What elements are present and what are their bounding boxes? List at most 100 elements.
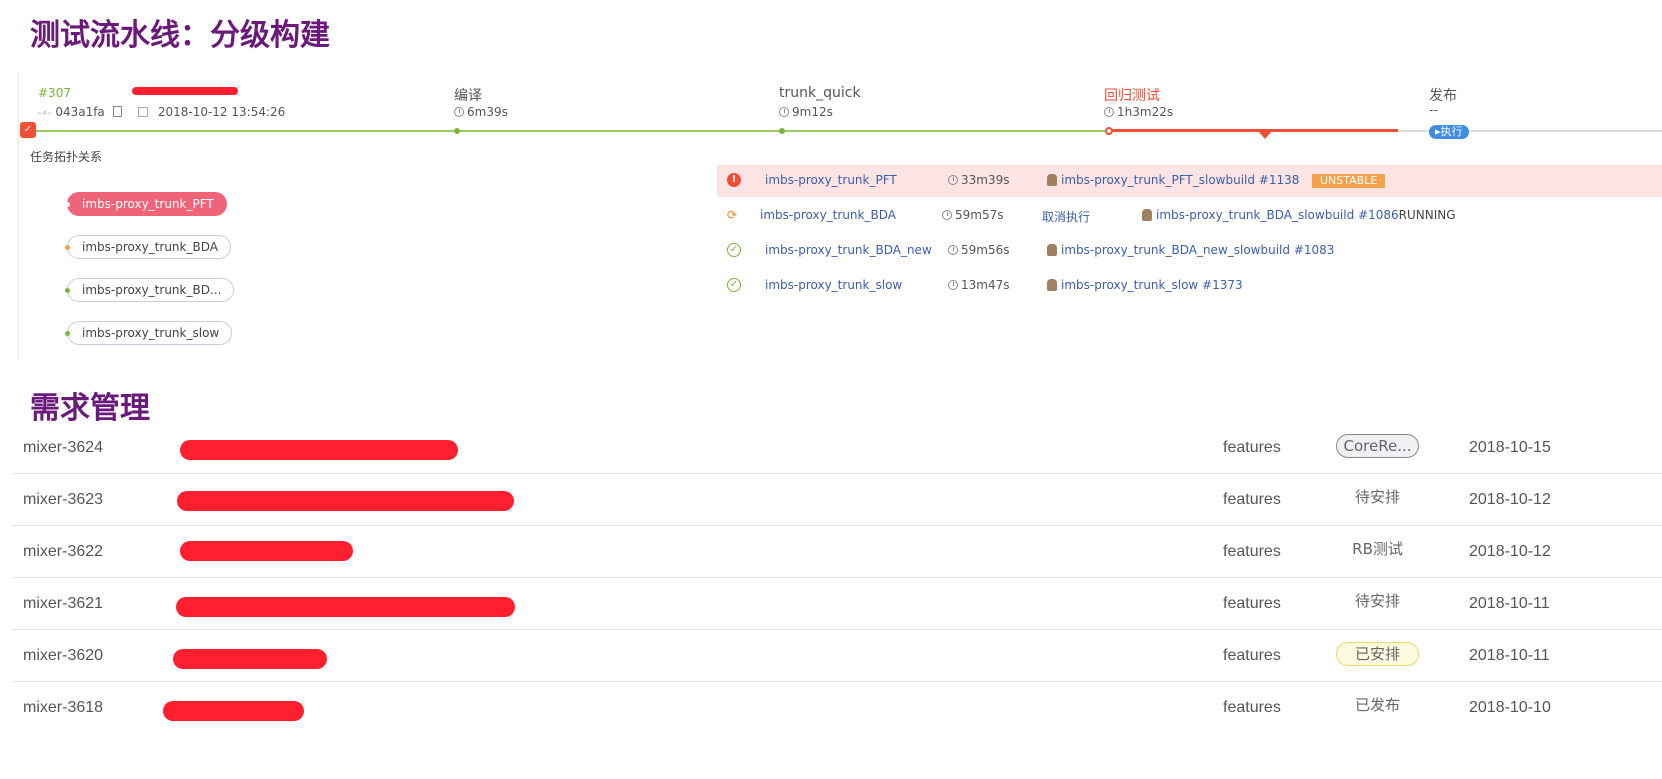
redacted-title	[163, 701, 304, 721]
stage-trunk-quick-time-text: 9m12s	[792, 105, 833, 119]
table-row[interactable]: mixer-3620 features 已安排 2018-10-11	[12, 630, 1662, 682]
user-icon	[1047, 279, 1057, 291]
execute-button-label: 执行	[1440, 125, 1463, 138]
node-dot	[65, 245, 70, 250]
status-badge: 待安排	[1354, 488, 1400, 506]
commit-icon: -∘-	[38, 108, 52, 119]
stage-trunk-quick-time: 9m12s	[779, 105, 833, 119]
clock-icon	[779, 107, 789, 117]
clock-icon	[948, 175, 958, 185]
pipeline-start-icon: ✓	[20, 122, 36, 138]
requirement-type: features	[1223, 595, 1281, 612]
user-icon	[1142, 209, 1152, 221]
cancel-execution-link[interactable]: 取消执行	[1042, 208, 1090, 225]
status-badge: RB测试	[1352, 540, 1403, 558]
table-row[interactable]: mixer-3624 features CoreRe... 2018-10-15	[12, 422, 1662, 474]
requirement-date: 2018-10-12	[1469, 543, 1551, 560]
stage-dot-trunk-quick	[779, 128, 785, 134]
requirement-date: 2018-10-11	[1469, 595, 1550, 612]
job-build-link[interactable]: imbs-proxy_trunk_PFT_slowbuild #1138	[1047, 173, 1299, 187]
job-build-link[interactable]: imbs-proxy_trunk_slow #1373	[1047, 278, 1243, 292]
stage-dot-compile	[454, 128, 460, 134]
redacted-title	[180, 440, 458, 460]
job-build-text: imbs-proxy_trunk_PFT_slowbuild #1138	[1061, 173, 1300, 187]
clock-icon	[942, 210, 952, 220]
redacted-title	[177, 491, 514, 511]
topology-node-slow[interactable]: imbs-proxy_trunk_slow	[65, 321, 233, 345]
copy-icon[interactable]	[112, 106, 122, 117]
stage-regression-time-text: 1h3m22s	[1117, 105, 1174, 119]
requirement-id[interactable]: mixer-3622	[23, 543, 103, 561]
redacted-title	[173, 649, 327, 669]
stage-regression-name[interactable]: 回归测试	[1104, 85, 1160, 105]
job-duration-text: 13m47s	[961, 278, 1010, 292]
job-name-link[interactable]: imbs-proxy_trunk_PFT	[765, 173, 897, 187]
job-build-link[interactable]: imbs-proxy_trunk_BDA_slowbuild #1086RUNN…	[1142, 208, 1456, 222]
panel-left-border	[18, 72, 19, 360]
job-row[interactable]: ✓ imbs-proxy_trunk_slow 13m47s imbs-prox…	[717, 270, 1662, 302]
job-name-link[interactable]: imbs-proxy_trunk_BDA	[760, 208, 896, 222]
build-datetime: 2018-10-12 13:54:26	[138, 105, 285, 119]
execute-button[interactable]: ▸执行	[1429, 125, 1469, 139]
job-build-link[interactable]: imbs-proxy_trunk_BDA_new_slowbuild #1083	[1047, 243, 1334, 257]
requirement-type: features	[1223, 699, 1281, 716]
requirement-type: features	[1223, 647, 1281, 664]
stage-trunk-quick-name[interactable]: trunk_quick	[779, 85, 861, 101]
table-row[interactable]: mixer-3622 features RB测试 2018-10-12	[12, 526, 1662, 578]
table-row[interactable]: mixer-3623 features 待安排 2018-10-12	[12, 474, 1662, 526]
node-dot	[65, 331, 70, 336]
job-duration: 13m47s	[948, 278, 1009, 292]
job-name-link[interactable]: imbs-proxy_trunk_BDA_new	[765, 243, 932, 257]
requirement-id[interactable]: mixer-3624	[23, 439, 103, 457]
running-icon: ⟳	[726, 208, 738, 222]
error-icon: !	[727, 173, 741, 187]
requirement-date: 2018-10-12	[1469, 491, 1551, 508]
requirement-id[interactable]: mixer-3618	[23, 699, 103, 717]
topology-node-pft[interactable]: imbs-proxy_trunk_PFT	[65, 192, 227, 216]
requirement-type: features	[1223, 543, 1281, 560]
job-duration: 59m56s	[948, 243, 1009, 257]
stage-release-name[interactable]: 发布	[1429, 85, 1457, 105]
status-badge-unstable: UNSTABLE	[1312, 174, 1386, 188]
stage-release-time: --	[1429, 103, 1438, 117]
job-row[interactable]: ! imbs-proxy_trunk_PFT 33m39s imbs-proxy…	[717, 165, 1662, 197]
success-icon: ✓	[727, 278, 741, 292]
stage-compile-time: 6m39s	[454, 105, 508, 119]
topology-node-label: imbs-proxy_trunk_BD...	[82, 283, 222, 297]
job-duration-text: 59m56s	[961, 243, 1010, 257]
topology-node-label: imbs-proxy_trunk_slow	[82, 326, 220, 340]
job-row[interactable]: ⟳ imbs-proxy_trunk_BDA 59m57s 取消执行 imbs-…	[717, 200, 1662, 232]
commit-hash[interactable]: -∘- 043a1fa	[38, 105, 122, 119]
requirement-date: 2018-10-10	[1469, 699, 1551, 716]
success-icon: ✓	[727, 243, 741, 257]
requirements-heading: 需求管理	[30, 391, 150, 426]
pipeline-heading: 测试流水线：分级构建	[30, 18, 330, 53]
requirement-date: 2018-10-15	[1469, 439, 1551, 456]
requirement-id[interactable]: mixer-3621	[23, 595, 103, 613]
requirement-id[interactable]: mixer-3620	[23, 647, 103, 665]
redacted-author	[132, 87, 238, 95]
job-build-text: imbs-proxy_trunk_slow #1373	[1061, 278, 1243, 292]
table-row[interactable]: mixer-3621 features 待安排 2018-10-11	[12, 578, 1662, 630]
clock-icon	[948, 245, 958, 255]
calendar-icon	[138, 107, 148, 117]
topology-node-label: imbs-proxy_trunk_BDA	[82, 240, 218, 254]
topology-node-label: imbs-proxy_trunk_PFT	[82, 197, 214, 211]
table-row[interactable]: mixer-3618 features 已发布 2018-10-10	[12, 682, 1662, 734]
status-badge: 待安排	[1354, 592, 1400, 610]
pipeline-line-success	[34, 130, 1110, 132]
redacted-title	[176, 597, 515, 617]
build-datetime-text: 2018-10-12 13:54:26	[157, 105, 286, 119]
stage-regression-time: 1h3m22s	[1104, 105, 1173, 119]
clock-icon	[454, 107, 464, 117]
requirement-id[interactable]: mixer-3623	[23, 491, 103, 509]
job-name-link[interactable]: imbs-proxy_trunk_slow	[765, 278, 902, 292]
job-duration-text: 33m39s	[961, 173, 1010, 187]
topology-node-bda-new[interactable]: imbs-proxy_trunk_BD...	[65, 278, 235, 302]
clock-icon	[1104, 107, 1114, 117]
build-number[interactable]: #307	[38, 86, 71, 100]
stage-compile-name[interactable]: 编译	[454, 85, 482, 105]
topology-node-bda[interactable]: imbs-proxy_trunk_BDA	[65, 235, 231, 259]
requirement-type: features	[1223, 439, 1281, 456]
job-row[interactable]: ✓ imbs-proxy_trunk_BDA_new 59m56s imbs-p…	[717, 235, 1662, 267]
